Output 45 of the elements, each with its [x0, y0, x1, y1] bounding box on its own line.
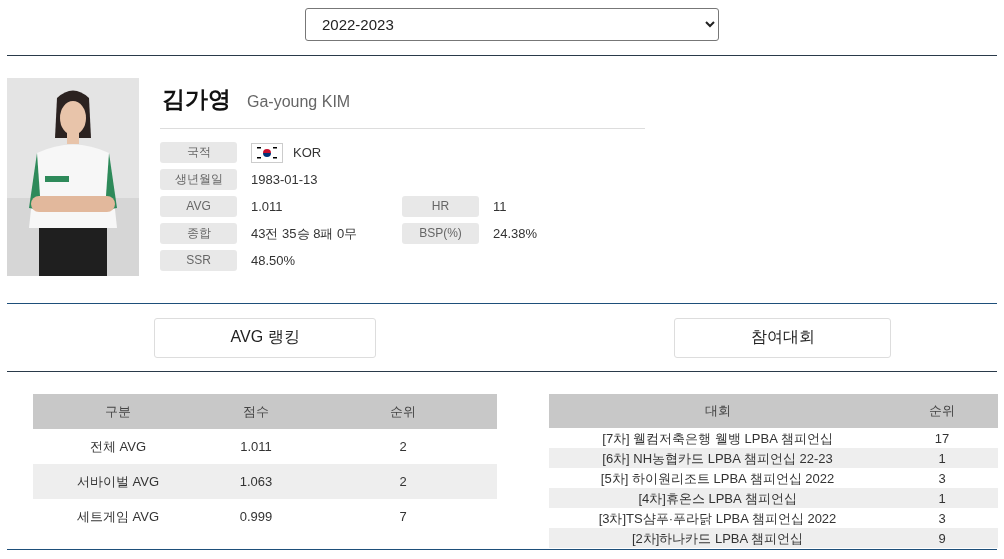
field-value: 48.50%: [251, 253, 296, 268]
table-cell: 3: [886, 508, 998, 528]
table-cell: 2: [309, 464, 497, 499]
table-cell: 7: [309, 499, 497, 534]
field-label: 국적: [160, 142, 237, 163]
field-label: 종합: [160, 223, 237, 244]
table-cell: 세트게임 AVG: [33, 499, 203, 534]
field-label: AVG: [160, 196, 237, 217]
field-value: 1983-01-13: [251, 172, 318, 187]
table-cell: 1: [886, 448, 998, 468]
field-label: SSR: [160, 250, 237, 271]
field-value: 24.38%: [493, 226, 538, 241]
field-label: 생년월일: [160, 169, 237, 190]
column-header: 점수: [203, 394, 309, 429]
field-label: HR: [402, 196, 479, 217]
field-value: 43전 35승 8패 0무: [251, 224, 358, 243]
field-value: 1.011: [251, 199, 283, 214]
table-cell: [6차] NH농협카드 LPBA 챔피언십 22-23: [549, 448, 886, 468]
table-cell: 17: [886, 428, 998, 448]
field-value: 11: [493, 199, 507, 214]
table-cell: [2차]하나카드 LPBA 챔피언십: [549, 528, 886, 548]
table-cell: 3: [886, 468, 998, 488]
table-cell: 2: [309, 429, 497, 464]
player-name: 김가영: [162, 85, 231, 114]
player-english-name: Ga-young KIM: [247, 93, 351, 111]
column-header: 순위: [309, 394, 497, 429]
table-cell: 0.999: [203, 499, 309, 534]
field-value: KOR: [293, 145, 322, 160]
field-label: BSP(%): [402, 223, 479, 244]
column-header: 순위: [886, 394, 998, 428]
table-cell: 서바이벌 AVG: [33, 464, 203, 499]
table-cell: 1.063: [203, 464, 309, 499]
tab-button[interactable]: AVG 랭킹: [154, 317, 376, 358]
tab-button[interactable]: 참여대회: [674, 317, 891, 358]
table-cell: 1: [886, 488, 998, 508]
table-cell: [5차] 하이원리조트 LPBA 챔피언십 2022: [549, 468, 886, 488]
table-cell: [7차] 웰컴저축은행 웰뱅 LPBA 챔피언십: [549, 428, 886, 448]
table-cell: 전체 AVG: [33, 429, 203, 464]
column-header: 대회: [549, 394, 886, 428]
table-cell: [3차]TS샴푸·푸라닭 LPBA 챔피언십 2022: [549, 508, 886, 528]
table-cell: 9: [886, 528, 998, 548]
table-cell: 1.011: [203, 429, 309, 464]
column-header: 구분: [33, 394, 203, 429]
season-dropdown[interactable]: 2022-2023: [305, 8, 719, 41]
table-cell: [4차]휴온스 LPBA 챔피언십: [549, 488, 886, 508]
